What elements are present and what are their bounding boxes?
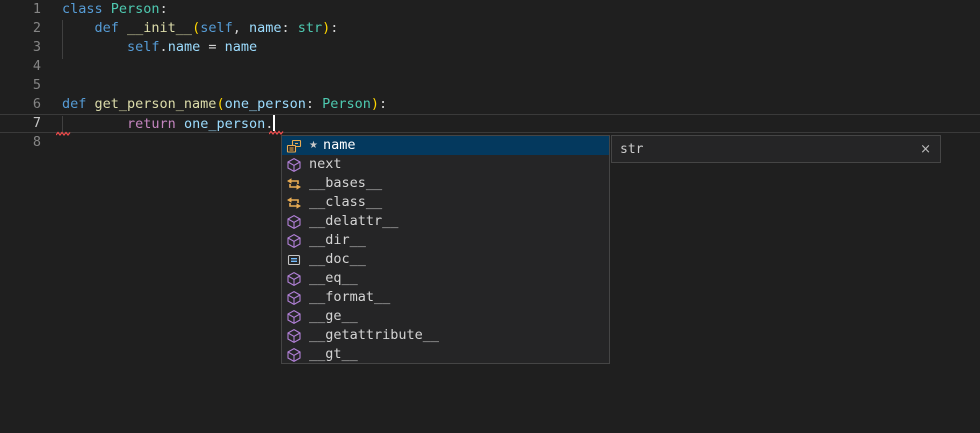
code-token: : (306, 96, 322, 112)
code-line[interactable]: 1class Person: (0, 0, 980, 19)
code-token: : (160, 1, 168, 17)
method-icon (286, 328, 302, 344)
code-line-content: self.name = name (41, 38, 980, 57)
code-token: self (127, 39, 160, 55)
code-token: Person (111, 1, 160, 17)
suggestion-item[interactable]: ★name (282, 136, 609, 155)
field-icon (286, 138, 302, 154)
line-number: 2 (0, 19, 41, 38)
suggestion-item[interactable]: next (282, 155, 609, 174)
line-number: 7 (0, 115, 41, 132)
code-token: one_person (184, 116, 265, 132)
suggestion-label: __class__ (309, 193, 382, 212)
suggestion-label: __doc__ (309, 250, 366, 269)
method-icon (286, 290, 302, 306)
code-token: name (225, 39, 258, 55)
code-token: . (160, 39, 168, 55)
suggestion-label: next (309, 155, 342, 174)
constant-icon (286, 252, 302, 268)
error-squiggle (56, 131, 71, 136)
code-area: 1class Person:2 def __init__(self, name:… (0, 0, 980, 152)
code-line[interactable]: 7 return one_person. (0, 114, 980, 133)
suggestion-label: name (323, 136, 356, 155)
close-icon[interactable]: × (911, 140, 940, 159)
suggestion-label: __getattribute__ (309, 326, 439, 345)
code-token: def (95, 20, 128, 36)
code-token (62, 39, 127, 55)
method-icon (286, 309, 302, 325)
method-icon (286, 347, 302, 363)
code-token (62, 20, 95, 36)
suggestion-item[interactable]: __bases__ (282, 174, 609, 193)
suggestion-item[interactable]: __eq__ (282, 269, 609, 288)
method-icon (286, 157, 302, 173)
suggestion-item[interactable]: __format__ (282, 288, 609, 307)
code-line[interactable]: 5 (0, 76, 980, 95)
arrows-icon (286, 195, 302, 211)
suggestion-item[interactable]: __getattribute__ (282, 326, 609, 345)
suggestion-label: __format__ (309, 288, 390, 307)
code-token: , (233, 20, 249, 36)
code-token: : (379, 96, 387, 112)
code-line-content: return one_person. (41, 115, 980, 132)
code-token: : (330, 20, 338, 36)
indent-guide (62, 20, 63, 59)
method-icon (286, 271, 302, 287)
code-token: str (298, 20, 322, 36)
suggestion-label: __eq__ (309, 269, 358, 288)
star-icon: ★ (309, 136, 323, 155)
suggestion-item[interactable]: __dir__ (282, 231, 609, 250)
suggestion-label: __ge__ (309, 307, 358, 326)
code-token: = (200, 39, 224, 55)
suggestion-item[interactable]: __gt__ (282, 345, 609, 364)
code-line-content (41, 57, 980, 76)
code-token: def (62, 96, 95, 112)
code-token: name (249, 20, 282, 36)
line-number: 4 (0, 57, 41, 76)
code-editor[interactable]: 1class Person:2 def __init__(self, name:… (0, 0, 980, 433)
code-line[interactable]: 2 def __init__(self, name: str): (0, 19, 980, 38)
method-icon (286, 233, 302, 249)
suggestion-type-label: str (612, 140, 911, 159)
suggestion-item[interactable]: __doc__ (282, 250, 609, 269)
code-line[interactable]: 6def get_person_name(one_person: Person)… (0, 95, 980, 114)
arrows-icon (286, 176, 302, 192)
code-token: Person (322, 96, 371, 112)
code-line[interactable]: 4 (0, 57, 980, 76)
suggestion-label: __bases__ (309, 174, 382, 193)
suggestion-item[interactable]: __class__ (282, 193, 609, 212)
suggestion-list[interactable]: ★namenext__bases____class____delattr____… (281, 135, 610, 364)
code-token: ) (371, 96, 379, 112)
line-number: 3 (0, 38, 41, 57)
code-token (62, 116, 127, 132)
code-token: get_person_name (95, 96, 217, 112)
code-token: one_person (225, 96, 306, 112)
suggestion-item[interactable]: __ge__ (282, 307, 609, 326)
code-token: class (62, 1, 111, 17)
suggestion-item[interactable]: __delattr__ (282, 212, 609, 231)
code-token: name (168, 39, 201, 55)
code-token: __init__ (127, 20, 192, 36)
code-token: ( (192, 20, 200, 36)
code-token: return (127, 116, 184, 132)
code-line-content (41, 76, 980, 95)
suggestion-label: __gt__ (309, 345, 358, 364)
line-number: 1 (0, 0, 41, 19)
suggestion-label: __delattr__ (309, 212, 398, 231)
method-icon (286, 214, 302, 230)
code-token: ( (216, 96, 224, 112)
text-cursor (273, 115, 275, 131)
suggestion-label: __dir__ (309, 231, 366, 250)
code-token: : (282, 20, 298, 36)
line-number: 8 (0, 133, 41, 152)
code-token: self (200, 20, 233, 36)
code-line-content: def get_person_name(one_person: Person): (41, 95, 980, 114)
code-line-content: class Person: (41, 0, 980, 19)
line-number: 6 (0, 95, 41, 114)
code-line-content: def __init__(self, name: str): (41, 19, 980, 38)
line-number: 5 (0, 76, 41, 95)
code-line[interactable]: 3 self.name = name (0, 38, 980, 57)
suggestion-detail-pane: str × (611, 135, 941, 163)
